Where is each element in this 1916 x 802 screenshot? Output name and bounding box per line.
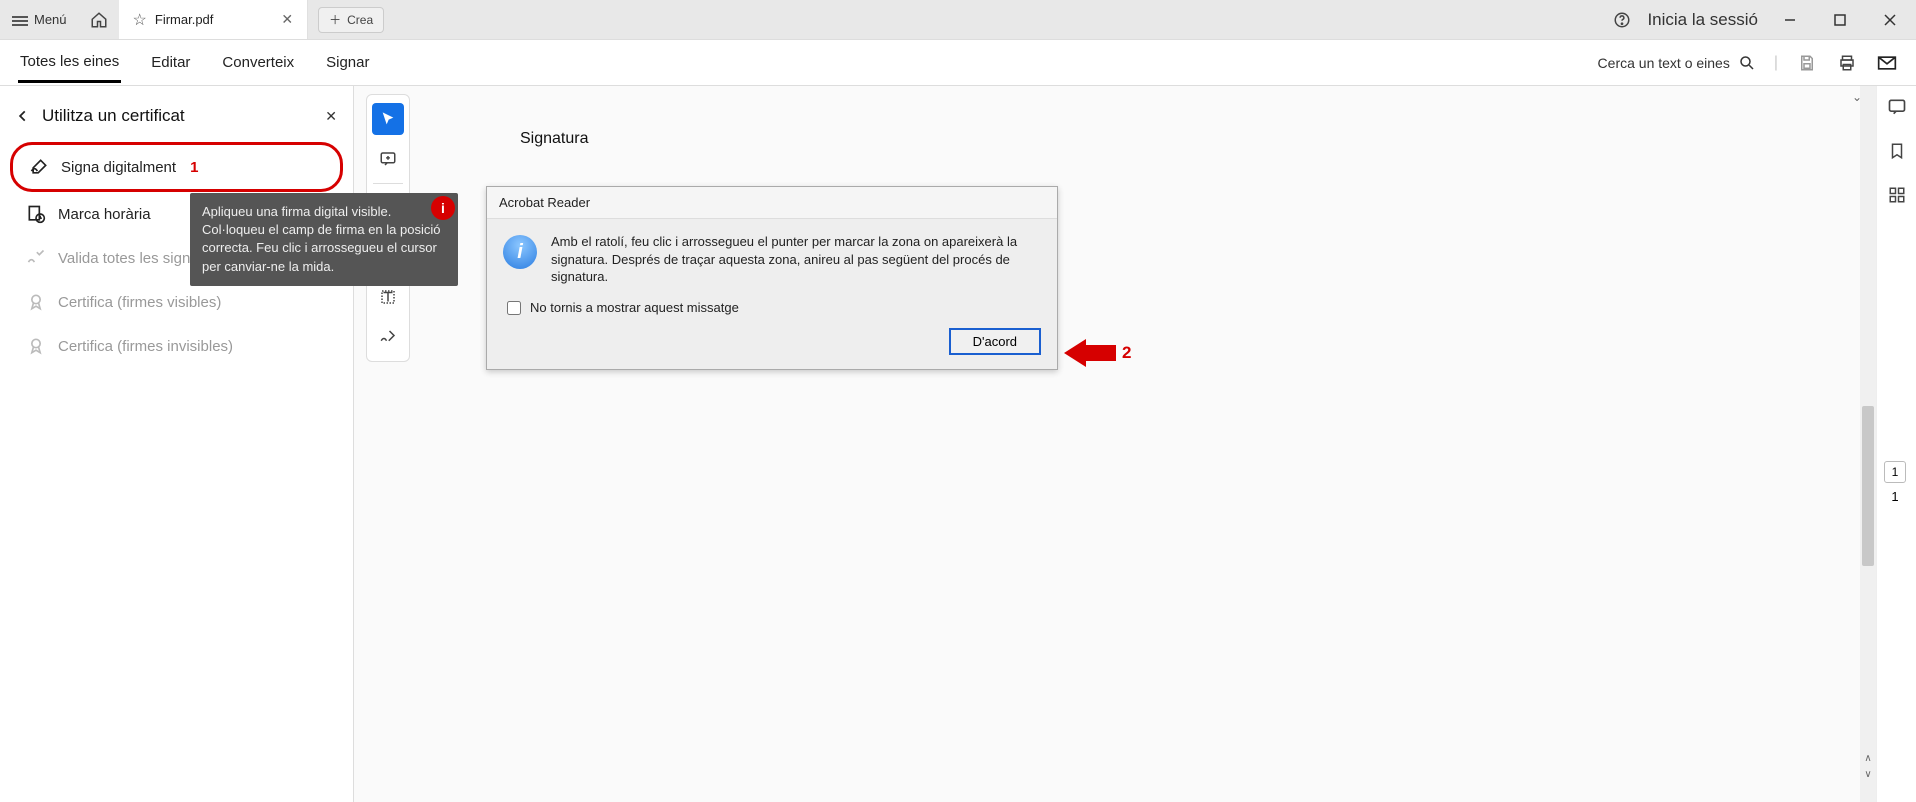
share-button[interactable] bbox=[1876, 52, 1898, 74]
arrow-head-icon bbox=[1064, 339, 1086, 367]
annotation-arrow-2: 2 bbox=[1064, 339, 1131, 367]
save-icon bbox=[1798, 54, 1816, 72]
info-icon: i bbox=[441, 200, 445, 216]
bookmark-icon bbox=[1888, 141, 1906, 161]
signature-heading: Signatura bbox=[520, 130, 589, 148]
comments-panel-button[interactable] bbox=[1886, 96, 1908, 118]
sidebar-item-label: Certifica (firmes visibles) bbox=[58, 294, 221, 311]
sign-icon bbox=[379, 328, 397, 346]
sidebar-item-sign-digitally[interactable]: Signa digitalment 1 bbox=[10, 142, 343, 192]
page-total: 1 bbox=[1891, 489, 1898, 504]
sidebar-item-label: Certifica (firmes invisibles) bbox=[58, 338, 233, 355]
sidebar-item-label: Signa digitalment bbox=[61, 159, 176, 176]
bookmarks-panel-button[interactable] bbox=[1886, 140, 1908, 162]
document-tab[interactable]: ☆ Firmar.pdf ✕ bbox=[119, 0, 309, 39]
signin-link[interactable]: Inicia la sessió bbox=[1647, 10, 1758, 30]
text-icon bbox=[379, 288, 397, 306]
dialog-info-icon: i bbox=[503, 235, 537, 269]
create-label: Crea bbox=[347, 13, 373, 27]
search-icon bbox=[1738, 54, 1756, 72]
tooltip: Apliqueu una firma digital visible. Col·… bbox=[190, 193, 458, 286]
validate-icon bbox=[26, 248, 46, 268]
ribbon-icon bbox=[26, 292, 46, 312]
tooltip-text: Apliqueu una firma digital visible. Col·… bbox=[202, 204, 440, 274]
search-label: Cerca un text o eines bbox=[1598, 55, 1730, 71]
scroll-up-button[interactable]: ∧ bbox=[1860, 750, 1876, 766]
dialog-checkbox-label: No tornis a mostrar aquest missatge bbox=[530, 300, 739, 315]
comment-add-icon bbox=[379, 150, 397, 168]
menu-label: Menú bbox=[34, 12, 67, 27]
content-area: Signatura Acrobat Reader i Amb el ratolí… bbox=[354, 86, 1916, 802]
dialog-ok-button[interactable]: D'acord bbox=[949, 328, 1041, 355]
ribbon-outline-icon bbox=[26, 336, 46, 356]
home-icon bbox=[90, 11, 108, 29]
tab-close-button[interactable]: ✕ bbox=[281, 11, 293, 28]
sidebar: Utilitza un certificat ✕ Signa digitalme… bbox=[0, 86, 354, 802]
timestamp-icon bbox=[26, 204, 46, 224]
help-button[interactable] bbox=[1611, 9, 1633, 31]
sidebar-item-label: Marca horària bbox=[58, 206, 151, 223]
dialog-message: Amb el ratolí, feu clic i arrossegueu el… bbox=[551, 233, 1041, 286]
dialog-checkbox[interactable] bbox=[507, 301, 521, 315]
tool-fill-sign[interactable] bbox=[372, 321, 404, 353]
app-body: Utilitza un certificat ✕ Signa digitalme… bbox=[0, 86, 1916, 802]
star-icon: ☆ bbox=[133, 10, 147, 30]
menubar: Totes les eines Editar Converteix Signar… bbox=[0, 40, 1916, 86]
print-icon bbox=[1838, 54, 1856, 72]
back-button[interactable] bbox=[16, 109, 30, 123]
mail-icon bbox=[1877, 55, 1897, 71]
hamburger-icon bbox=[12, 14, 28, 26]
scrollbar-thumb[interactable] bbox=[1862, 406, 1874, 566]
tab-title: Firmar.pdf bbox=[155, 12, 214, 27]
cursor-icon bbox=[380, 111, 396, 127]
menu-button[interactable]: Menú bbox=[0, 0, 79, 39]
dialog: Acrobat Reader i Amb el ratolí, feu clic… bbox=[486, 186, 1058, 370]
right-rail: 1 1 bbox=[1876, 86, 1916, 802]
window-maximize[interactable] bbox=[1822, 6, 1858, 34]
dialog-actions: D'acord bbox=[487, 328, 1057, 369]
annotation-number-1: 1 bbox=[190, 159, 198, 176]
home-button[interactable] bbox=[79, 0, 119, 39]
grid-icon bbox=[1888, 186, 1906, 204]
search-box[interactable]: Cerca un text o eines bbox=[1598, 54, 1756, 72]
sidebar-title: Utilitza un certificat bbox=[42, 106, 313, 126]
annotation-info-badge: i bbox=[431, 196, 455, 220]
help-icon bbox=[1613, 11, 1631, 29]
comment-icon bbox=[1887, 97, 1907, 117]
annotation-number-2: 2 bbox=[1122, 343, 1131, 363]
document-viewport[interactable]: Signatura Acrobat Reader i Amb el ratolí… bbox=[410, 86, 1876, 802]
tool-text[interactable] bbox=[372, 281, 404, 313]
plus-icon: ＋ bbox=[329, 11, 341, 28]
menu-all-tools[interactable]: Totes les eines bbox=[18, 43, 121, 83]
page-current-input[interactable]: 1 bbox=[1884, 461, 1906, 483]
dialog-body: i Amb el ratolí, feu clic i arrossegueu … bbox=[487, 219, 1057, 298]
window-close[interactable] bbox=[1872, 6, 1908, 34]
scroll-down-button[interactable]: ∨ bbox=[1860, 766, 1876, 782]
create-button[interactable]: ＋ Crea bbox=[318, 7, 384, 33]
pen-signature-icon bbox=[29, 157, 49, 177]
dialog-title: Acrobat Reader bbox=[487, 187, 1057, 219]
sidebar-item-certify-invisible: Certifica (firmes invisibles) bbox=[10, 324, 343, 368]
title-bar: Menú ☆ Firmar.pdf ✕ ＋ Crea Inicia la ses… bbox=[0, 0, 1916, 40]
sidebar-header: Utilitza un certificat ✕ bbox=[10, 98, 343, 142]
vertical-scrollbar[interactable]: ∧ ∨ bbox=[1860, 86, 1876, 802]
sidebar-close[interactable]: ✕ bbox=[325, 108, 337, 125]
sidebar-item-certify-visible: Certifica (firmes visibles) bbox=[10, 280, 343, 324]
thumbnails-panel-button[interactable] bbox=[1886, 184, 1908, 206]
menu-edit[interactable]: Editar bbox=[149, 44, 192, 81]
print-button[interactable] bbox=[1836, 52, 1858, 74]
menu-convert[interactable]: Converteix bbox=[220, 44, 296, 81]
tool-select[interactable] bbox=[372, 103, 404, 135]
tool-add-comment[interactable] bbox=[372, 143, 404, 175]
save-button[interactable] bbox=[1796, 52, 1818, 74]
title-bar-left: Menú ☆ Firmar.pdf ✕ ＋ Crea bbox=[0, 0, 384, 39]
page-indicator: 1 1 bbox=[1884, 461, 1906, 504]
dialog-dont-show-again[interactable]: No tornis a mostrar aquest missatge bbox=[487, 298, 1057, 328]
title-bar-right: Inicia la sessió bbox=[1611, 0, 1916, 39]
menu-sign[interactable]: Signar bbox=[324, 44, 371, 81]
arrow-body bbox=[1086, 345, 1116, 361]
window-minimize[interactable] bbox=[1772, 6, 1808, 34]
menubar-right: Cerca un text o eines | bbox=[1598, 52, 1898, 74]
